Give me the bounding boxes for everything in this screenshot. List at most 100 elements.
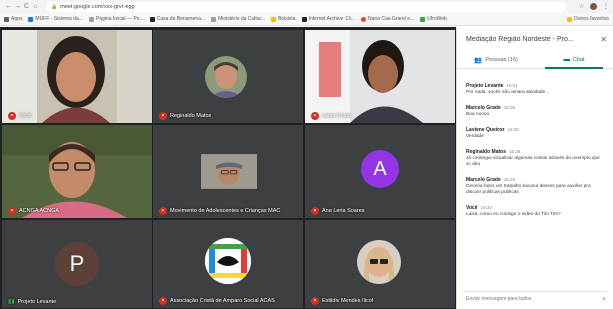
participant-tile[interactable]: P ▮▮ Projeto Levante (2, 220, 152, 308)
reload-icon[interactable]: C (22, 2, 31, 11)
message-sender: Laviene Queiroz (466, 127, 505, 133)
participant-tile[interactable]: ✕ Estildiv Mendes Ilicol (305, 220, 455, 308)
chat-composer: ➤ (463, 291, 607, 305)
message-time: 16:29 (503, 177, 516, 182)
participant-name-label: ✕ Movimento de Adolescentes e Crianças M… (159, 207, 281, 215)
bookmark-favicon (149, 16, 155, 22)
message-text: Verdade (466, 134, 484, 139)
participant-tile[interactable]: ✕ Movimento de Adolescentes e Crianças M… (153, 125, 303, 218)
participant-name-label: ✕ Estildiv Mendes Ilicol (311, 297, 374, 305)
forward-icon[interactable]: → (13, 2, 22, 11)
participant-tile[interactable]: ✕ Laisa Costa (305, 30, 455, 123)
participant-name-label: ✕ Reginaldo Matos (159, 112, 212, 120)
participant-name-label: ✕ Você (8, 112, 32, 120)
back-icon[interactable]: ← (4, 2, 13, 11)
message-time: 16:05 (503, 105, 516, 110)
profile-avatar[interactable] (590, 3, 597, 10)
participant-name-label: ✕ ACNGA ACNGA (8, 207, 60, 215)
participant-video (201, 154, 257, 189)
lock-icon: 🔒 (51, 3, 58, 10)
message-text: Por nada, vocês são amara atividade... (466, 90, 550, 95)
mic-off-icon: ✕ (159, 297, 167, 305)
bookmark-favicon (88, 16, 94, 22)
message-time: 16:01 (506, 83, 518, 88)
other-bookmarks[interactable]: Outros favoritos (566, 16, 609, 22)
chat-icon: ▬ (563, 56, 570, 63)
message-sender: Você (466, 205, 478, 211)
heart-icon (361, 16, 367, 22)
chat-message: Marcelo Grade 16:29 Deveria fazer um trab… (466, 177, 605, 196)
panel-header: Mediação Região Nordeste - Pro... ✕ (457, 27, 613, 51)
chat-messages: Projeto Levante 16:01 Por nada, vocês são… (457, 74, 613, 287)
bookmark-favicon (211, 16, 217, 22)
chat-message: Laviene Queiroz 16:20 Verdade (466, 127, 605, 140)
chat-message-input[interactable] (466, 295, 591, 302)
message-time: 16:20 (507, 127, 519, 132)
chat-message: Reginaldo Matos 16:26 Já consegui visuali… (466, 149, 605, 168)
url-field[interactable]: 🔒 meet.google.com/xsv-grvr-egg (46, 1, 566, 12)
chat-message: Marcelo Grade 16:05 Boa noooo (466, 105, 605, 118)
chat-message: Projeto Levante 16:01 Por nada, vocês são… (466, 83, 605, 96)
audio-level-icon: ▮▮ (8, 299, 15, 305)
close-icon[interactable]: ✕ (600, 35, 607, 44)
bookmarks-bar: Apps MUFF - Sistema da... Página Inicial… (0, 13, 613, 26)
bookmark-item[interactable]: Ministério da Cultur... (211, 16, 265, 22)
participant-avatar-photo (205, 56, 247, 98)
browser-toolbar-right: ☆ ⋮ (579, 3, 609, 10)
home-icon[interactable]: ⌂ (31, 2, 40, 11)
message-text: Já consegui visualizar algumas coisas at… (466, 156, 600, 167)
participant-initial-avatar: A (361, 150, 399, 188)
message-text: Boa noooo (466, 112, 490, 117)
bookmark-item[interactable]: Página Inicial — Po... (88, 16, 144, 22)
bookmark-favicon (28, 16, 34, 22)
participant-tile[interactable]: ✕ Você (2, 30, 152, 123)
message-sender: Marcelo Grade (466, 105, 501, 111)
chat-message: Você 16:33 Laisa, como eu consigo o video… (466, 205, 605, 218)
mic-off-icon: ✕ (8, 207, 16, 215)
message-text: Deveria fazer um trabalho bacana desses … (466, 184, 591, 195)
participant-avatar-photo (357, 240, 401, 284)
send-icon[interactable]: ➤ (601, 295, 607, 303)
bookmark-item[interactable]: UfroWeb (420, 16, 447, 22)
participant-tile[interactable]: ✕ ACNGA ACNGA (2, 125, 152, 218)
bookmark-item[interactable]: MUFF - Sistema da... (28, 16, 83, 22)
mic-off-icon: ✕ (159, 112, 167, 120)
participant-tile[interactable]: A ✕ Ana Leria Soares (305, 125, 455, 218)
participant-video (305, 30, 455, 123)
meeting-side-panel: Mediação Região Nordeste - Pro... ✕ 👥 Pe… (456, 27, 613, 309)
participant-video (2, 125, 152, 218)
mic-off-icon: ✕ (311, 207, 319, 215)
participant-video (2, 30, 152, 123)
message-time: 16:33 (480, 205, 492, 210)
message-sender: Reginaldo Matos (466, 149, 507, 155)
participant-name-label: ✕ Ana Leria Soares (311, 207, 365, 215)
bookmark-item[interactable]: Internet Archive: Di... (301, 16, 355, 22)
tab-chat[interactable]: ▬ Chat (535, 51, 613, 69)
browser-address-bar: ← → C ⌂ 🔒 meet.google.com/xsv-grvr-egg ☆… (0, 0, 613, 13)
folder-icon (566, 16, 572, 22)
bookmark-item[interactable]: Bolsista (271, 16, 296, 22)
menu-icon[interactable]: ⋮ (603, 3, 609, 10)
meeting-title: Mediação Região Nordeste - Pro... (466, 35, 574, 43)
participant-tile[interactable]: ✕ Reginaldo Matos (153, 30, 303, 123)
bookmark-item[interactable]: Nana Caa Grand e... (361, 16, 414, 22)
bookmark-item[interactable]: Casa de Benamena... (149, 16, 205, 22)
participant-grid: ✕ Você ✕ Reginaldo Matos ✕ Laisa Costa ✕… (0, 27, 456, 309)
url-text: meet.google.com/xsv-grvr-egg (60, 3, 135, 10)
participant-name-label: ▮▮ Projeto Levante (8, 298, 57, 306)
apps-icon (4, 16, 9, 22)
participant-tile[interactable]: ✕ Associação Cristã de Amparo Social ACA… (153, 220, 303, 308)
message-text: Laisa, como eu consigo o video do Tim Ti… (466, 212, 561, 217)
tab-people[interactable]: 👥 Pessoas (16) (457, 51, 535, 68)
bookmark-item[interactable]: Apps (4, 16, 22, 22)
message-time: 16:26 (509, 149, 521, 154)
organization-logo (205, 238, 251, 284)
participant-initial-avatar: P (55, 242, 99, 286)
bookmark-favicon (271, 16, 277, 22)
star-icon[interactable]: ☆ (579, 3, 584, 10)
people-icon: 👥 (474, 56, 483, 64)
participant-name-label: ✕ Laisa Costa (311, 112, 352, 120)
mic-off-icon: ✕ (311, 297, 319, 305)
bookmark-favicon (301, 16, 307, 22)
bookmark-favicon (420, 16, 426, 22)
